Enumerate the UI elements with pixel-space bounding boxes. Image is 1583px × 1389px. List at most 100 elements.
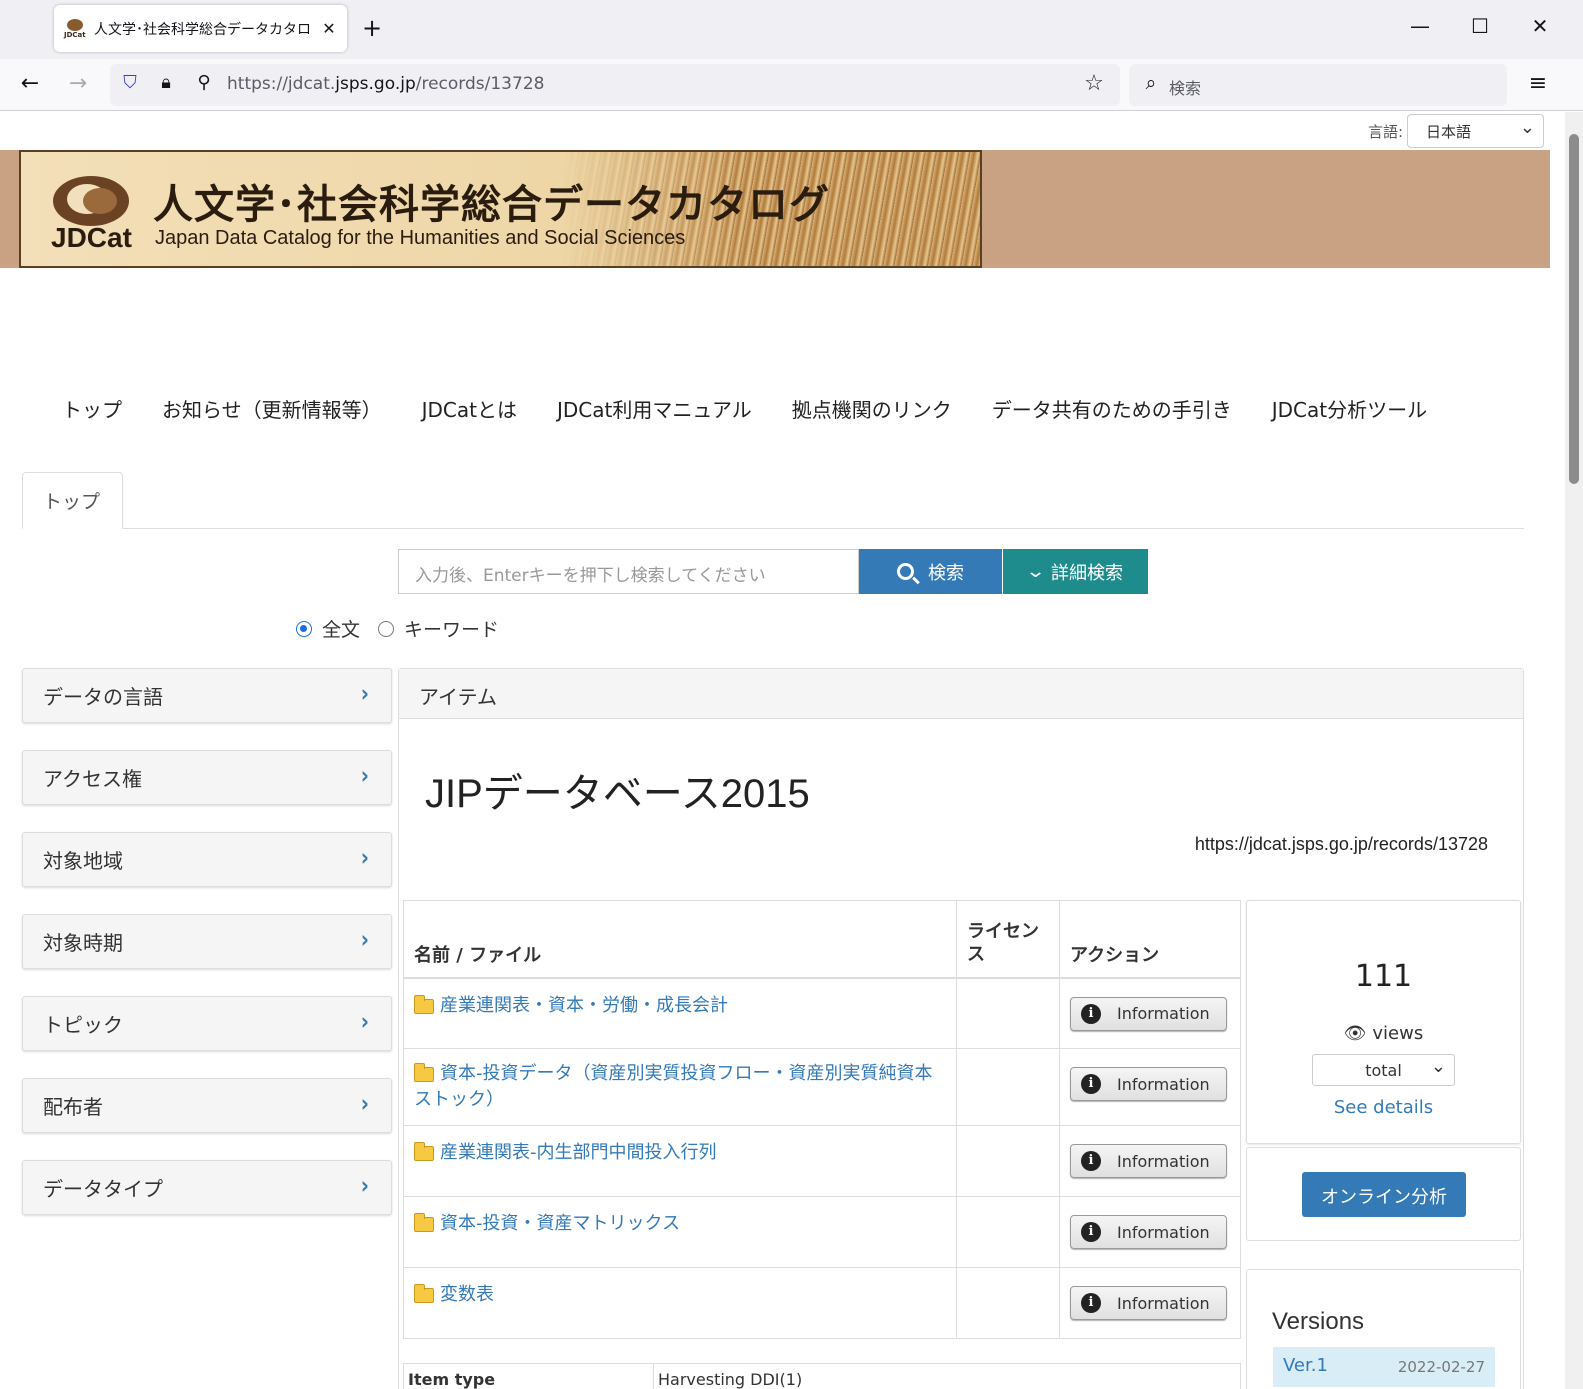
see-details-link[interactable]: See details [1247, 1097, 1520, 1118]
facet-data-language[interactable]: データの言語 › [22, 668, 392, 723]
browser-toolbar: ← → ⛉ 🔒︎ ⚲ https://jdcat.jsps.go.jp/reco… [0, 59, 1583, 111]
item-panel-heading: アイテム [399, 669, 1523, 719]
facet-access-rights[interactable]: アクセス権 › [22, 750, 392, 805]
folder-icon [414, 1063, 434, 1082]
facet-data-type[interactable]: データタイプ › [22, 1160, 392, 1215]
chevron-down-icon: ⌄ [1024, 561, 1047, 582]
information-button[interactable]: i Information [1070, 1067, 1227, 1101]
facet-distributor[interactable]: 配布者 › [22, 1078, 392, 1133]
chevron-right-icon: › [360, 842, 369, 872]
table-row: 産業連関表・資本・労働・成長会計 i Information [403, 977, 1241, 1049]
info-icon: i [1081, 1151, 1101, 1172]
eye-icon: 👁︎ [1343, 1023, 1373, 1044]
online-analysis-button[interactable]: オンライン分析 [1302, 1172, 1466, 1217]
facet-topic[interactable]: トピック › [22, 996, 392, 1051]
address-bar[interactable]: ⛉ 🔒︎ ⚲ https://jdcat.jsps.go.jp/records/… [110, 64, 1120, 106]
search-mode-radios: 全文 キーワード [296, 615, 499, 642]
banner-image[interactable]: JDCat 人文学･社会科学総合データカタログ Japan Data Catal… [19, 150, 982, 268]
browser-search-field[interactable]: ⌕ 検索 [1129, 64, 1507, 106]
language-switcher: 言語: 日本語 [1368, 114, 1544, 148]
version-date: 2022-02-27 [1397, 1358, 1485, 1376]
analysis-panel: オンライン分析 [1246, 1147, 1521, 1241]
chevron-right-icon: › [360, 924, 369, 954]
item-type-label: Item type [403, 1363, 654, 1389]
window-close-icon[interactable]: ✕ [1525, 14, 1555, 38]
permissions-icon[interactable]: ⚲ [190, 72, 218, 93]
version-label[interactable]: Ver.1 [1283, 1355, 1328, 1376]
search-button[interactable]: 検索 [859, 549, 1002, 594]
col-name-header: 名前 / ファイル [403, 900, 957, 979]
tab-close-icon[interactable]: ✕ [321, 19, 337, 38]
banner-subtitle: Japan Data Catalog for the Humanities an… [155, 227, 686, 249]
nav-item-top[interactable]: トップ [42, 394, 142, 423]
radio-keyword[interactable] [378, 620, 395, 637]
nav-item-manual[interactable]: JDCat利用マニュアル [537, 394, 772, 423]
site-banner: JDCat 人文学･社会科学総合データカタログ Japan Data Catal… [0, 150, 1550, 268]
facet-target-region[interactable]: 対象地域 › [22, 832, 392, 887]
license-cell [956, 1196, 1060, 1269]
new-tab-icon[interactable]: + [362, 14, 382, 42]
information-button[interactable]: i Information [1070, 1215, 1227, 1250]
chevron-right-icon: › [360, 1088, 369, 1118]
file-link[interactable]: 変数表 [440, 1284, 494, 1305]
main-navigation: トップ お知らせ（更新情報等） JDCatとは JDCat利用マニュアル 拠点機… [42, 394, 1447, 423]
menu-icon[interactable]: ≡ [1524, 71, 1552, 96]
tab-title: 人文学･社会科学総合データカタロ [94, 21, 311, 38]
file-table: 名前 / ファイル ライセンス アクション 産業連関表・資本・労働・成長会計 i… [403, 900, 1241, 1340]
browser-tab-strip: JDCat 人文学･社会科学総合データカタロ ✕ + — ☐ ✕ [0, 0, 1583, 59]
chevron-right-icon: › [360, 678, 369, 708]
table-row: Item type Harvesting DDI(1) [403, 1363, 1241, 1389]
license-cell [956, 1047, 1060, 1127]
chevron-right-icon: › [360, 1006, 369, 1036]
period-select[interactable]: total [1312, 1054, 1455, 1086]
info-icon: i [1081, 1293, 1101, 1314]
versions-panel: Versions Ver.1 2022-02-27 [1246, 1269, 1521, 1389]
tab-top[interactable]: トップ [22, 472, 123, 529]
information-button[interactable]: i Information [1070, 1286, 1227, 1321]
radio-keyword-label: キーワード [404, 619, 500, 641]
shield-icon[interactable]: ⛉ [116, 72, 144, 93]
views-panel: 111 👁︎ views total See details [1246, 900, 1521, 1144]
license-cell [956, 1125, 1060, 1198]
back-icon[interactable]: ← [16, 71, 44, 96]
nav-item-about[interactable]: JDCatとは [402, 394, 537, 423]
information-button[interactable]: i Information [1070, 1144, 1227, 1179]
file-link[interactable]: 産業連関表-内生部門中間投入行列 [440, 1142, 717, 1163]
nav-item-news[interactable]: お知らせ（更新情報等） [142, 394, 402, 423]
versions-title: Versions [1272, 1308, 1365, 1335]
table-row: 資本-投資・資産マトリックス i Information [403, 1196, 1241, 1269]
license-cell [956, 977, 1060, 1049]
scrollbar-thumb[interactable] [1569, 134, 1579, 484]
language-label: 言語: [1367, 122, 1403, 141]
chevron-right-icon: › [360, 760, 369, 790]
nav-item-institution-links[interactable]: 拠点機関のリンク [772, 394, 972, 423]
radio-fulltext[interactable] [296, 620, 312, 637]
forward-icon[interactable]: → [64, 71, 92, 96]
minimize-icon[interactable]: — [1405, 14, 1435, 38]
browser-tab[interactable]: JDCat 人文学･社会科学総合データカタロ ✕ [54, 5, 347, 52]
nav-item-analysis-tools[interactable]: JDCat分析ツール [1252, 394, 1447, 423]
search-input[interactable]: 入力後、Enterキーを押下し検索してください [398, 549, 859, 594]
lock-icon[interactable]: 🔒︎ [152, 72, 180, 93]
search-button-label: 検索 [928, 562, 964, 584]
maximize-icon[interactable]: ☐ [1465, 14, 1495, 38]
language-select[interactable]: 日本語 [1407, 114, 1544, 148]
bookmark-star-icon[interactable]: ☆ [1080, 71, 1108, 96]
advanced-search-button[interactable]: ⌄ 詳細検索 [1003, 549, 1148, 594]
information-button[interactable]: i Information [1070, 996, 1227, 1031]
advanced-search-label: 詳細検索 [1051, 562, 1124, 584]
file-link[interactable]: 資本-投資データ（資産別実質投資フロー・資産別実質純資本ストック） [414, 1063, 933, 1110]
license-cell [956, 1267, 1060, 1340]
table-row: 資本-投資データ（資産別実質投資フロー・資産別実質純資本ストック） i Infor… [403, 1047, 1241, 1127]
file-link[interactable]: 資本-投資・資産マトリックス [440, 1213, 680, 1234]
search-icon [897, 563, 914, 580]
file-link[interactable]: 産業連関表・資本・労働・成長会計 [440, 995, 728, 1016]
facet-target-period[interactable]: 対象時期 › [22, 914, 392, 969]
banner-logo-text: JDCat [51, 222, 132, 253]
nav-item-sharing-guide[interactable]: データ共有のための手引き [972, 394, 1252, 423]
item-type-value: Harvesting DDI(1) [653, 1363, 1241, 1389]
version-item[interactable]: Ver.1 2022-02-27 [1273, 1347, 1495, 1387]
table-row: 産業連関表-内生部門中間投入行列 i Information [403, 1125, 1241, 1198]
folder-icon [414, 1142, 434, 1162]
page-content: 言語: 日本語 JDCat 人文学･社会科学総合データカタログ Japan Da… [0, 112, 1550, 1389]
